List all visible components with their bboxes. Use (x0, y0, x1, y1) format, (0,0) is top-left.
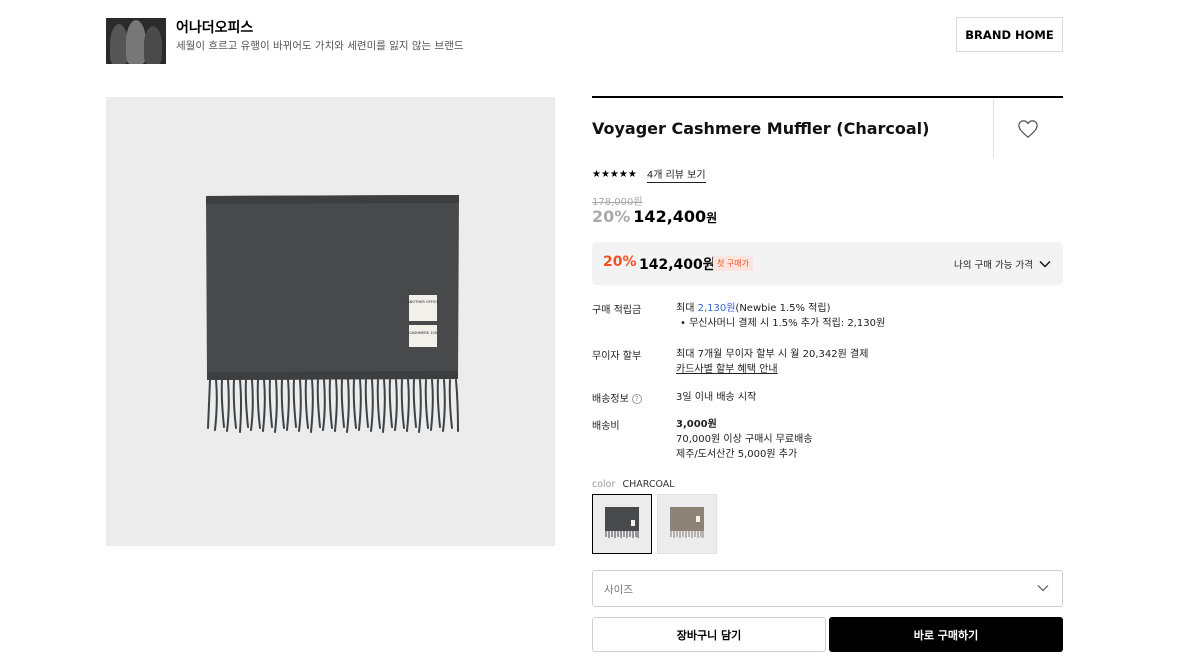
color-value: CHARCOAL (622, 479, 675, 490)
points-row: 구매 적립금 최대 2,130원(Newbie 1.5% 적립) • 무신사머니… (592, 301, 1063, 337)
brand-logo[interactable] (106, 18, 166, 64)
help-icon[interactable]: ? (631, 394, 642, 404)
installment-value: 최대 7개월 무이자 할부 시 월 20,342원 결제 카드사별 할부 혜택 … (676, 347, 868, 377)
sale-price: 142,400 (633, 207, 707, 226)
product-image[interactable]: ANOTHER OFFICE CASHMERE 100 (106, 97, 555, 546)
island-shipping-note: 제주/도서산간 5,000원 추가 (676, 449, 798, 460)
chevron-down-icon (1039, 261, 1051, 268)
benefit-price: 142,400원 (639, 257, 716, 273)
shipping-fee-amount: 3,000원 (676, 419, 717, 430)
currency-unit: 원 (706, 211, 718, 225)
scarf-fringe (207, 379, 459, 433)
rating-row: ★★★★★ 4개 리뷰 보기 (592, 166, 706, 183)
first-purchase-badge: 첫 구매가 (713, 256, 753, 271)
size-placeholder: 사이즈 (604, 584, 633, 596)
scarf-label-1 (409, 295, 437, 321)
heart-icon (1018, 119, 1038, 138)
shipping-info-row: 배송정보? 3일 이내 배송 시작 (592, 390, 1063, 406)
free-shipping-condition: 70,000원 이상 구매시 무료배송 (676, 434, 813, 445)
installment-text: 최대 7개월 무이자 할부 시 월 20,342원 결제 (676, 349, 869, 360)
scarf-label-1-text: ANOTHER OFFICE (407, 300, 439, 304)
points-bullet: • 무신사머니 결제 시 1.5% 추가 적립: 2,130원 (680, 318, 886, 329)
title-divider (993, 100, 994, 158)
review-link[interactable]: 4개 리뷰 보기 (646, 166, 706, 183)
shipping-fee-label: 배송비 (592, 421, 620, 432)
shipping-fee-row: 배송비 3,000원 70,000원 이상 구매시 무료배송 제주/도서산간 5… (592, 417, 1063, 462)
benefit-price-box[interactable]: 20% 142,400원 첫 구매가 나의 구매 가능 가격 (592, 242, 1063, 285)
shipping-value: 3일 이내 배송 시작 (676, 392, 757, 403)
points-amount: 2,130원 (697, 303, 736, 314)
wishlist-button[interactable] (1016, 118, 1040, 142)
product-title: Voyager Cashmere Muffler (Charcoal) (592, 119, 930, 138)
brand-name[interactable]: 어나더오피스 (176, 17, 253, 37)
scarf-label-2-text: CASHMERE 100 (409, 331, 438, 335)
color-label-row: color CHARCOAL (592, 479, 675, 490)
points-value: 최대 2,130원(Newbie 1.5% 적립) • 무신사머니 결제 시 1… (676, 301, 885, 331)
buy-now-button[interactable]: 바로 구매하기 (829, 617, 1063, 652)
scarf-label-2 (409, 325, 437, 347)
my-price-toggle[interactable]: 나의 구매 가능 가격 (954, 257, 1051, 271)
add-to-cart-button[interactable]: 장바구니 담기 (592, 617, 826, 652)
installment-row: 무이자 할부 최대 7개월 무이자 할부 시 월 20,342원 결제 카드사별… (592, 347, 1063, 377)
my-price-label: 나의 구매 가능 가격 (954, 260, 1033, 271)
card-installment-link[interactable]: 카드사별 할부 혜택 안내 (676, 364, 778, 375)
installment-label: 무이자 할부 (592, 351, 642, 362)
color-swatch-beige[interactable] (657, 494, 717, 554)
points-label: 구매 적립금 (592, 305, 642, 316)
scarf-illustration: ANOTHER OFFICE CASHMERE 100 (206, 195, 459, 433)
benefit-discount: 20% (603, 254, 637, 270)
charcoal-scarf-thumbnail (605, 507, 639, 538)
size-select[interactable]: 사이즈 (592, 570, 1063, 607)
top-divider (592, 96, 1063, 98)
star-rating-icon: ★★★★★ (592, 169, 637, 180)
price-row: 20% 142,400 원 (592, 207, 717, 226)
chevron-down-icon (1037, 585, 1049, 592)
shipping-fee-value: 3,000원 70,000원 이상 구매시 무료배송 제주/도서산간 5,000… (676, 417, 813, 462)
original-price: 178,000원 (592, 197, 643, 208)
shipping-label: 배송정보? (592, 390, 642, 405)
beige-scarf-thumbnail (670, 507, 704, 538)
brand-header: 어나더오피스 세월이 흐르고 유행이 바뀌어도 가치와 세련미를 잃지 않는 브… (106, 17, 1063, 64)
color-swatch-charcoal[interactable] (592, 494, 652, 554)
brand-slogan: 세월이 흐르고 유행이 바뀌어도 가치와 세련미를 잃지 않는 브랜드 (176, 40, 464, 52)
brand-home-button[interactable]: BRAND HOME (956, 17, 1063, 52)
discount-rate: 20% (592, 207, 631, 226)
points-detail: (Newbie 1.5% 적립) (735, 303, 831, 314)
color-label: color (592, 479, 616, 490)
points-max-prefix: 최대 (676, 303, 698, 314)
